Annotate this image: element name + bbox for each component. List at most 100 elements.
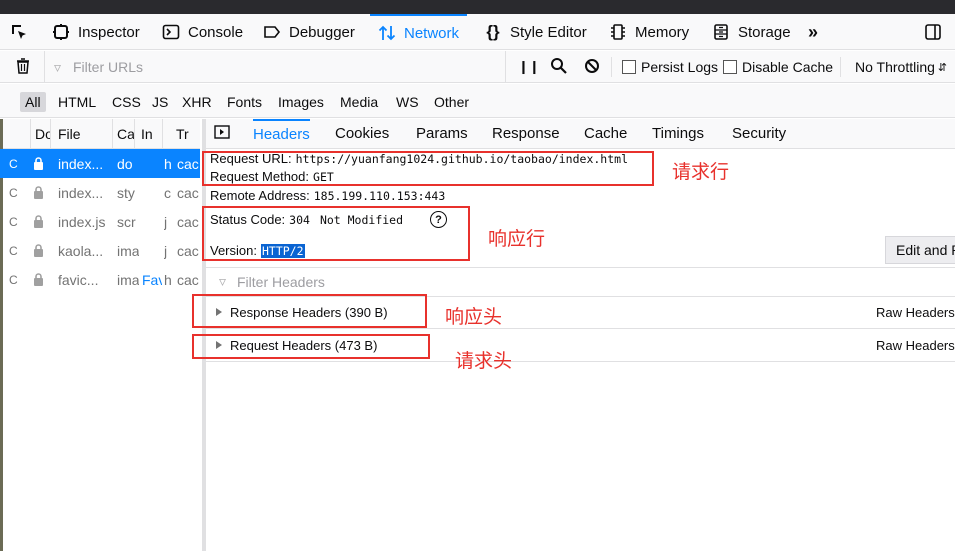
filter-other-button[interactable]: Other bbox=[429, 92, 474, 112]
toggle-sidebar-button[interactable] bbox=[214, 119, 230, 148]
request-status: C bbox=[9, 243, 18, 258]
request-row[interactable]: C kaola... ima j cac bbox=[3, 236, 200, 265]
tab-params[interactable]: Params bbox=[416, 119, 468, 148]
remote-address-row: Remote Address: 185.199.110.153:443 bbox=[210, 188, 445, 203]
debugger-icon bbox=[263, 23, 281, 41]
request-row[interactable]: C index... do h cac bbox=[3, 149, 200, 178]
request-file: favic... bbox=[58, 271, 99, 288]
search-button[interactable] bbox=[550, 51, 567, 83]
column-file[interactable]: File bbox=[51, 119, 113, 149]
filter-media-button[interactable]: Media bbox=[335, 92, 383, 112]
request-cause: do bbox=[117, 155, 133, 172]
devtools-toolbox: Inspector Console Debugger Network {} St… bbox=[0, 14, 955, 50]
block-requests-button[interactable] bbox=[584, 51, 600, 83]
filter-js-button[interactable]: JS bbox=[147, 92, 173, 112]
disable-cache-box bbox=[723, 60, 737, 74]
filter-all-button[interactable]: All bbox=[20, 92, 46, 112]
throttling-select[interactable]: No Throttling ⇵ bbox=[855, 51, 947, 83]
tab-network[interactable]: Network bbox=[370, 14, 468, 50]
lock-icon bbox=[33, 149, 51, 178]
column-domain[interactable]: Do bbox=[30, 119, 51, 149]
filter-css-button[interactable]: CSS bbox=[107, 92, 146, 112]
tab-cache[interactable]: Cache bbox=[584, 119, 627, 148]
tab-memory[interactable]: Memory bbox=[601, 14, 697, 50]
tab-storage[interactable]: Storage bbox=[704, 14, 799, 50]
dock-side-icon bbox=[924, 23, 942, 41]
request-file: kaola... bbox=[58, 242, 104, 259]
filter-headers-field[interactable]: ▿ Filter Headers bbox=[206, 267, 955, 297]
filter-xhr-button[interactable]: XHR bbox=[177, 92, 217, 112]
tab-style-editor[interactable]: {} Style Editor bbox=[476, 14, 595, 50]
request-initiator: j bbox=[164, 242, 168, 259]
edit-and-resend-button[interactable]: Edit and R bbox=[885, 236, 955, 264]
column-cause[interactable]: Ca bbox=[113, 119, 135, 149]
dock-options-button[interactable] bbox=[916, 14, 950, 50]
filter-urls-field[interactable]: ▿ Filter URLs bbox=[44, 51, 506, 83]
raw-headers-toggle[interactable]: Raw Headers bbox=[876, 338, 955, 353]
request-row[interactable]: C favic... ima Fav h cac bbox=[3, 265, 200, 294]
tab-console[interactable]: Console bbox=[154, 14, 251, 50]
clear-button[interactable] bbox=[14, 51, 32, 83]
tab-response[interactable]: Response bbox=[492, 119, 560, 148]
column-status[interactable] bbox=[3, 119, 31, 149]
request-initiator-extra: h bbox=[164, 271, 172, 288]
style-editor-icon: {} bbox=[486, 22, 500, 41]
more-tools-button[interactable]: » bbox=[800, 14, 826, 50]
storage-icon bbox=[712, 23, 730, 41]
network-toolbar: ▿ Filter URLs ❙❙ Persist Logs Disable Ca… bbox=[0, 51, 955, 83]
request-status: C bbox=[9, 156, 18, 171]
annotation-label-status-line: 响应行 bbox=[488, 228, 546, 250]
pause-button[interactable]: ❙❙ bbox=[518, 51, 540, 83]
request-transferred: cac bbox=[177, 184, 199, 201]
tab-inspector-label: Inspector bbox=[78, 23, 140, 41]
column-transferred[interactable]: Tr bbox=[163, 119, 200, 149]
tab-storage-label: Storage bbox=[738, 23, 791, 41]
toolbar-divider bbox=[840, 57, 841, 77]
block-icon bbox=[584, 58, 600, 77]
toolbar-divider bbox=[611, 57, 612, 77]
details-tabbar: Headers Cookies Params Response Cache Ti… bbox=[206, 119, 955, 149]
element-picker-button[interactable] bbox=[6, 14, 32, 50]
double-chevron-icon: » bbox=[808, 21, 819, 42]
filter-icon: ▿ bbox=[54, 59, 62, 75]
type-filter-bar: All HTML CSS JS XHR Fonts Images Media W… bbox=[0, 84, 955, 118]
persist-logs-box bbox=[622, 60, 636, 74]
filter-fonts-button[interactable]: Fonts bbox=[222, 92, 267, 112]
request-cause: scr bbox=[117, 213, 136, 230]
persist-logs-checkbox[interactable]: Persist Logs bbox=[622, 51, 718, 83]
request-initiator: j bbox=[164, 213, 168, 230]
filter-urls-placeholder: Filter URLs bbox=[73, 59, 144, 75]
tab-inspector[interactable]: Inspector bbox=[44, 14, 148, 50]
request-row[interactable]: C index.js scr j cac bbox=[3, 207, 200, 236]
console-icon bbox=[162, 23, 180, 41]
filter-html-button[interactable]: HTML bbox=[53, 92, 101, 112]
request-status: C bbox=[9, 272, 18, 287]
element-picker-icon bbox=[10, 23, 28, 41]
request-list: Do File Ca In Tr C index... do h cac C i… bbox=[0, 119, 203, 551]
persist-logs-label: Persist Logs bbox=[641, 59, 719, 75]
raw-headers-toggle[interactable]: Raw Headers bbox=[876, 305, 955, 320]
request-row[interactable]: C index... sty c cac bbox=[3, 178, 200, 207]
request-transferred: cac bbox=[177, 271, 199, 288]
column-initiator[interactable]: In bbox=[135, 119, 163, 149]
remote-address-label: Remote Address: bbox=[210, 188, 310, 203]
lock-icon bbox=[33, 236, 51, 265]
lock-icon bbox=[33, 265, 51, 294]
request-cause: ima bbox=[117, 271, 139, 288]
panel-toggle-icon bbox=[214, 124, 230, 143]
tab-debugger[interactable]: Debugger bbox=[255, 14, 363, 50]
filter-ws-button[interactable]: WS bbox=[391, 92, 424, 112]
annotation-box-status-line bbox=[202, 206, 470, 261]
tab-timings[interactable]: Timings bbox=[652, 119, 704, 148]
disable-cache-checkbox[interactable]: Disable Cache bbox=[723, 51, 833, 83]
request-list-header: Do File Ca In Tr bbox=[3, 119, 200, 149]
request-initiator[interactable]: Fav bbox=[142, 265, 162, 294]
tab-cookies[interactable]: Cookies bbox=[335, 119, 389, 148]
updown-arrows-icon: ⇵ bbox=[937, 61, 948, 74]
tab-security[interactable]: Security bbox=[732, 119, 786, 148]
tab-headers[interactable]: Headers bbox=[253, 119, 310, 148]
throttling-value: No Throttling bbox=[855, 59, 935, 75]
annotation-label-request-line: 请求行 bbox=[672, 161, 730, 183]
request-file: index... bbox=[58, 184, 104, 201]
filter-images-button[interactable]: Images bbox=[273, 92, 329, 112]
